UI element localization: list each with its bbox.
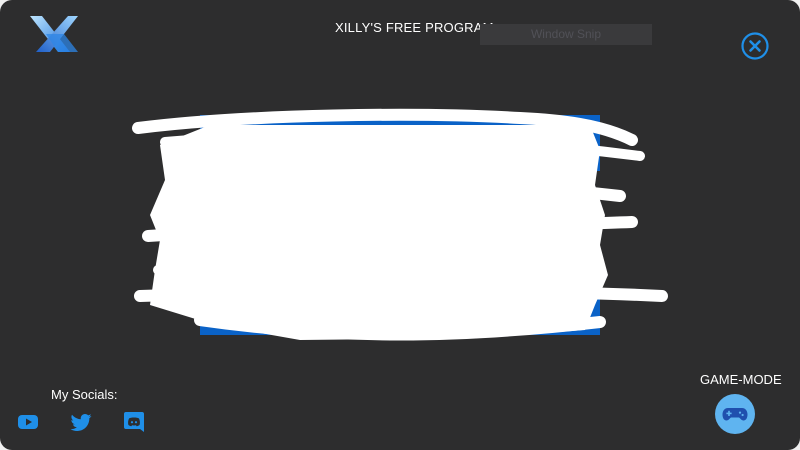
close-circle-icon xyxy=(740,31,770,61)
main-menu xyxy=(200,115,600,335)
youtube-button[interactable] xyxy=(16,410,40,434)
close-button[interactable] xyxy=(740,31,770,61)
app-title: XILLY'S FREE PROGRAM xyxy=(335,20,494,35)
menu-button-3[interactable] xyxy=(200,279,600,335)
menu-button-1[interactable] xyxy=(200,115,600,171)
youtube-icon xyxy=(16,410,40,434)
twitter-button[interactable] xyxy=(69,410,93,434)
discord-icon xyxy=(122,410,146,434)
menu-button-2[interactable] xyxy=(200,197,600,253)
x-logo-icon xyxy=(28,14,82,54)
gamemode-label: GAME-MODE xyxy=(700,372,782,387)
gamemode-button[interactable] xyxy=(715,394,755,434)
discord-button[interactable] xyxy=(122,410,146,434)
socials-label: My Socials: xyxy=(51,387,118,402)
window-snip-button[interactable]: Window Snip xyxy=(480,24,652,45)
gamepad-icon xyxy=(715,394,755,434)
twitter-icon xyxy=(69,410,93,434)
app-window: XILLY'S FREE PROGRAM Window Snip My Soci… xyxy=(0,0,800,450)
